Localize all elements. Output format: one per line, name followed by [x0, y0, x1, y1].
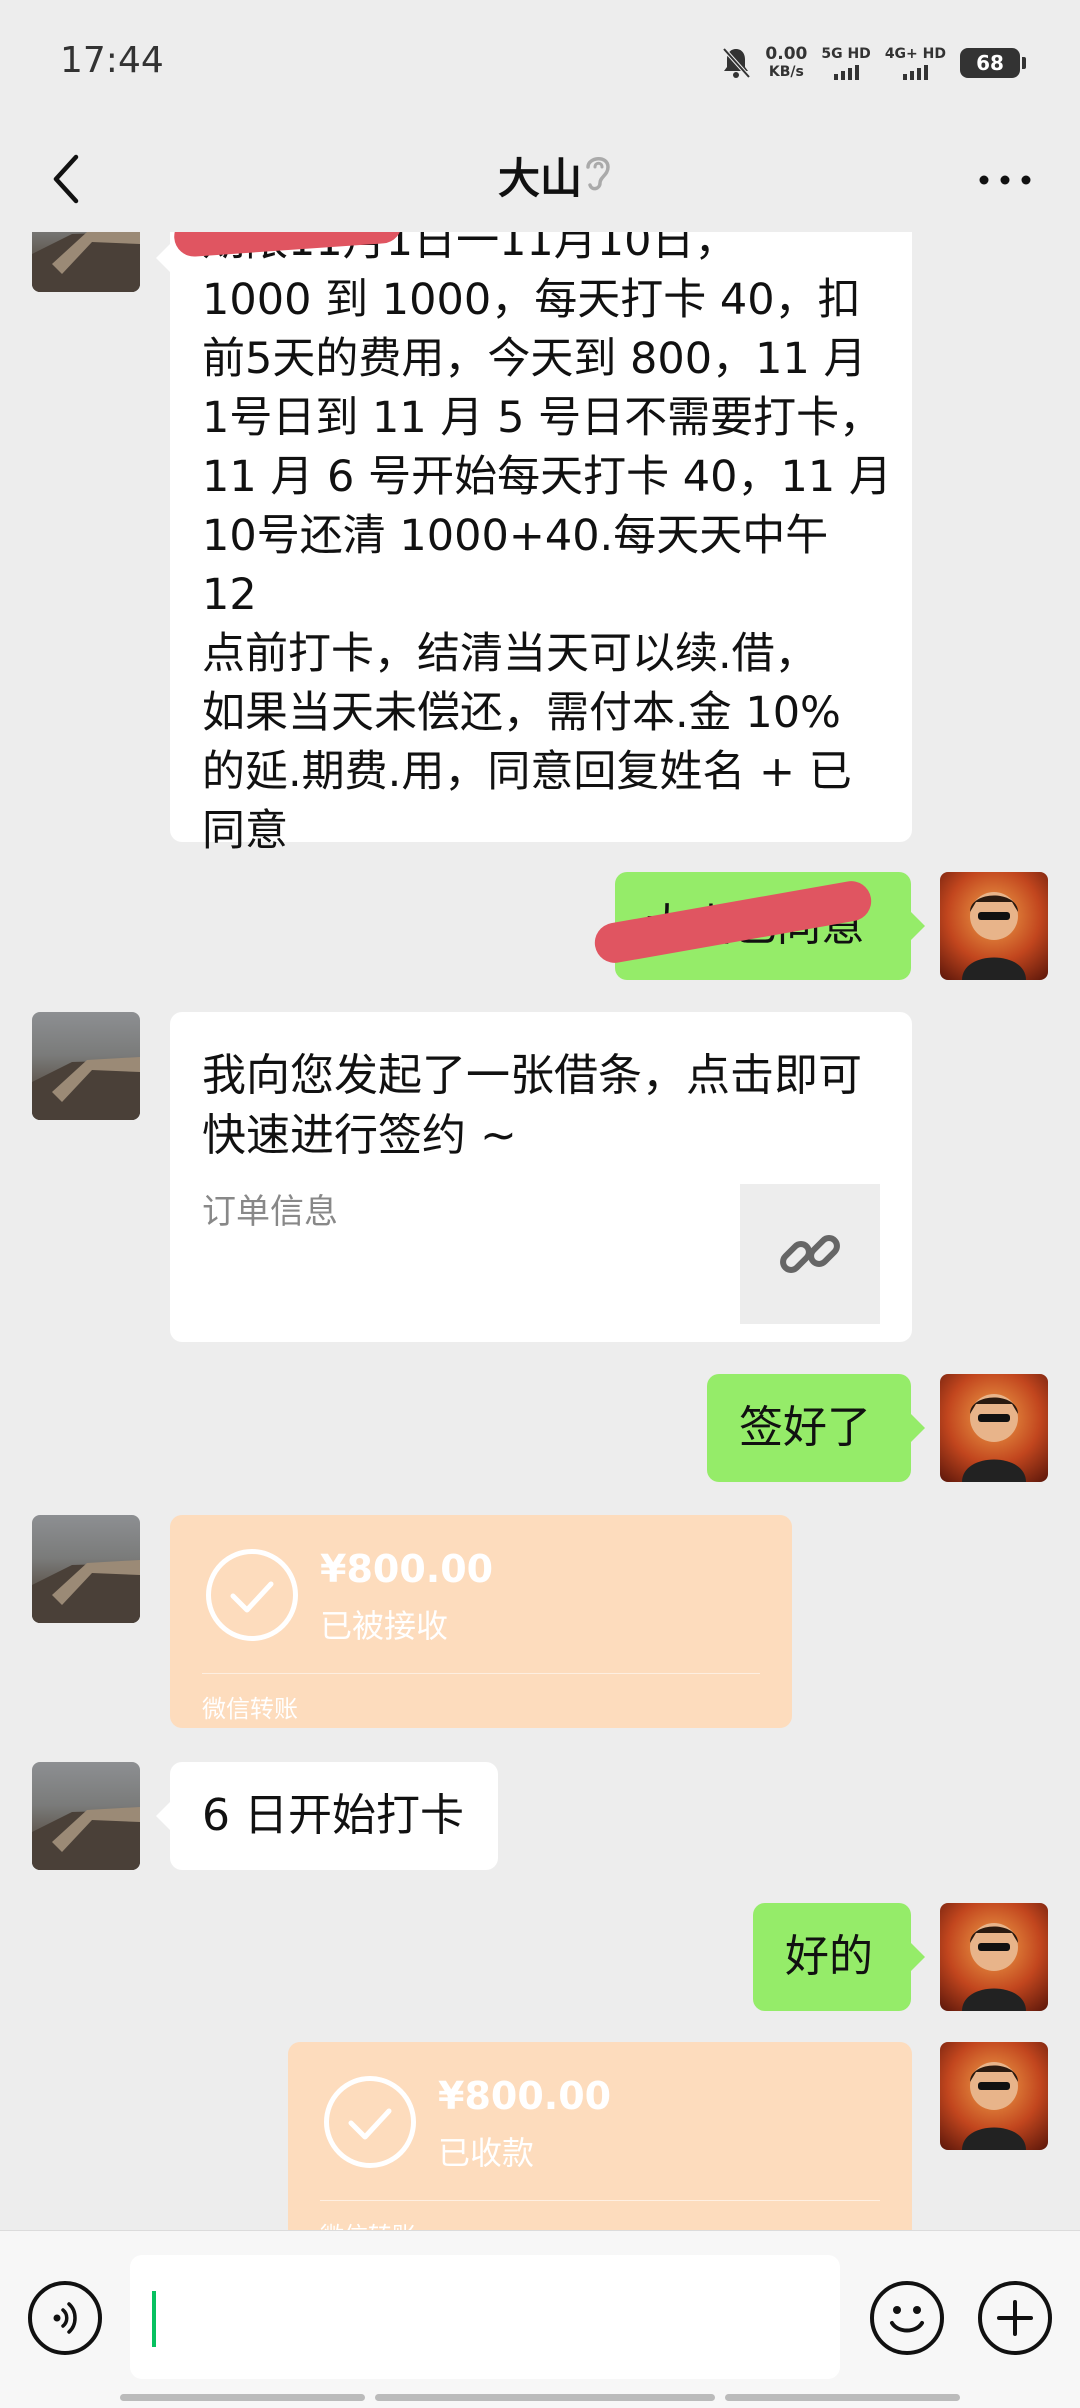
sim2-signal: 4G+ HD: [885, 46, 946, 80]
ear-icon: [586, 157, 610, 191]
status-bar: 17:44 0.00 KB/s 5G HD 4G+ HD 68: [0, 0, 1080, 125]
loan-contract-card[interactable]: 我向您发起了一张借条，点击即可 快速进行签约 ~ 订单信息: [170, 1012, 912, 1342]
my-avatar[interactable]: [940, 1374, 1048, 1482]
more-actions-button[interactable]: [978, 2281, 1052, 2355]
great-wall-photo: [32, 1807, 140, 1870]
message-start-checkin[interactable]: 6 日开始打卡: [156, 1762, 498, 1870]
transfer-footer: 微信转账: [320, 2216, 416, 2230]
loan-terms-text: 期限11月1日一11月10日， 1000 到 1000，每天打卡 40，扣 前5…: [202, 232, 892, 856]
contact-avatar[interactable]: [32, 232, 140, 292]
chat-title[interactable]: 大山: [498, 154, 582, 203]
sim1-signal: 5G HD: [821, 46, 871, 80]
my-avatar[interactable]: [940, 872, 1048, 980]
more-dots-icon[interactable]: [970, 155, 1040, 205]
boy-avatar-image: [962, 2062, 1026, 2150]
message-list[interactable]: 期限11月1日一11月10日， 1000 到 1000，每天打卡 40，扣 前5…: [0, 232, 1080, 2230]
order-info-label: 订单信息: [202, 1192, 338, 1232]
voice-icon: [53, 2302, 77, 2334]
link-icon: [780, 1235, 840, 1273]
contact-avatar[interactable]: [32, 1515, 140, 1623]
input-bar: [0, 2230, 1080, 2408]
my-avatar[interactable]: [940, 1903, 1048, 2011]
status-icons: 0.00 KB/s 5G HD 4G+ HD 68: [721, 38, 1026, 88]
check-circle-icon: [324, 2076, 416, 2168]
my-avatar[interactable]: [940, 2042, 1048, 2150]
transfer-status: 已收款: [438, 2134, 535, 2172]
transfer-card-received[interactable]: ¥800.00 已被接收 微信转账: [170, 1515, 792, 1728]
divider: [202, 1673, 760, 1674]
great-wall-photo: [32, 232, 140, 292]
transfer-amount: ¥800.00: [438, 2074, 612, 2118]
great-wall-photo: [32, 1057, 140, 1120]
transfer-status: 已被接收: [320, 1607, 449, 1645]
message-input[interactable]: [130, 2255, 840, 2379]
message-ok[interactable]: 好的: [753, 1903, 925, 2011]
plus-icon: [997, 2300, 1033, 2336]
message-agree[interactable]: 大山已同意: [591, 872, 925, 980]
transfer-card-collected[interactable]: ¥800.00 已收款 微信转账: [288, 2042, 912, 2230]
boy-avatar-image: [962, 1923, 1026, 2011]
mute-bell-icon: [722, 47, 751, 79]
divider: [320, 2200, 880, 2201]
clock: 17:44: [60, 40, 164, 81]
smiley-icon: [890, 2306, 924, 2333]
boy-avatar-image: [962, 892, 1026, 980]
text-cursor: [152, 2291, 156, 2347]
link-thumbnail: [740, 1184, 880, 1324]
contact-avatar[interactable]: [32, 1762, 140, 1870]
check-circle-icon: [206, 1549, 298, 1641]
chat-header: 大山: [0, 125, 1080, 235]
great-wall-photo: [32, 1560, 140, 1623]
message-loan-terms[interactable]: 期限11月1日一11月10日， 1000 到 1000，每天打卡 40，扣 前5…: [156, 232, 912, 856]
message-signed[interactable]: 签好了: [707, 1374, 925, 1482]
emoji-button[interactable]: [870, 2281, 944, 2355]
transfer-amount: ¥800.00: [320, 1547, 494, 1591]
net-speed: 0.00 KB/s: [765, 44, 808, 80]
gesture-bar: [120, 2394, 960, 2401]
battery-icon: 68: [960, 48, 1026, 78]
transfer-footer: 微信转账: [202, 1695, 298, 1723]
contact-avatar[interactable]: [32, 1012, 140, 1120]
voice-input-button[interactable]: [28, 2281, 102, 2355]
boy-avatar-image: [962, 1394, 1026, 1482]
